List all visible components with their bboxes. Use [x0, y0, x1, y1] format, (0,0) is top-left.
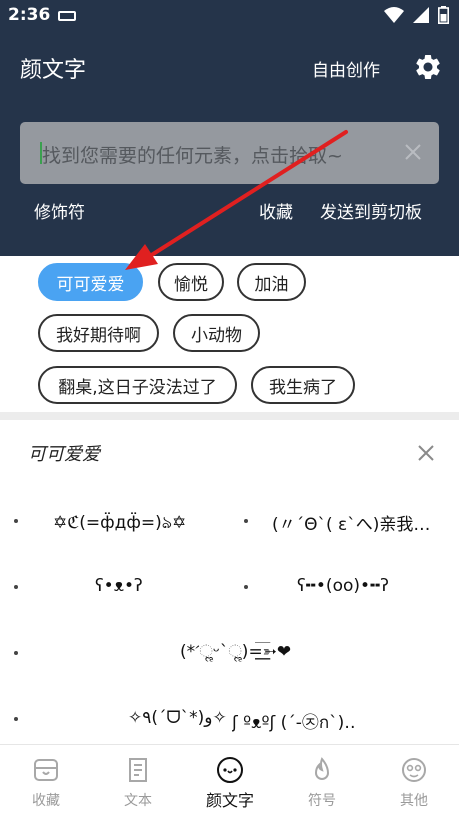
emoticon-item[interactable]: ✡ℭ(=ф̈дф̈=)ঌ✡ [53, 510, 223, 538]
decorate-button[interactable]: 修饰符 [34, 198, 85, 223]
tag-flip-table[interactable]: 翻桌,这日子没法过了 [38, 366, 237, 404]
keyboard-icon [58, 11, 76, 21]
document-icon [129, 758, 147, 782]
bullet-dot [14, 519, 18, 523]
emoticon-item[interactable]: ʕ•ᴥ•ʔ [95, 576, 215, 596]
emoticon-face-icon [217, 757, 243, 783]
bullet-dot [14, 651, 18, 655]
emoticon-item[interactable]: (*ˊૢᵕˋૢ)=͟͟͞͞➳❤ [180, 642, 320, 662]
section-divider [0, 412, 459, 420]
nav-emoticons[interactable]: 颜文字 [184, 745, 276, 816]
nav-favorites[interactable]: 收藏 [0, 745, 92, 816]
bullet-dot [244, 519, 248, 523]
close-icon[interactable] [416, 443, 436, 463]
emoticon-item[interactable]: ʕ╍•(oo)•╍ʔ [297, 576, 437, 596]
tag-expecting[interactable]: 我好期待啊 [38, 314, 159, 352]
tag-sick[interactable]: 我生病了 [251, 366, 355, 404]
tag-cheer[interactable]: 加油 [237, 263, 306, 301]
favorite-button[interactable]: 收藏 [259, 198, 293, 223]
nav-symbols[interactable]: 符号 [276, 745, 368, 816]
nav-label: 收藏 [32, 793, 60, 809]
tag-happy[interactable]: 愉悦 [158, 263, 224, 301]
nav-text[interactable]: 文本 [92, 745, 184, 816]
bottom-nav: 收藏 文本 颜文字 符号 其他 [0, 744, 459, 816]
page-title: 颜文字 [20, 58, 87, 83]
other-face-icon [402, 758, 426, 782]
app-header: 2:36 颜文字 自由创作 找到您需要的任何元素，点击拾取~ 修饰符 收藏 发送… [0, 0, 459, 256]
nav-label: 颜文字 [205, 791, 254, 810]
emoticon-item[interactable]: ʃ ºᴥºʃ (´-㉨ก`)… [232, 708, 357, 736]
battery-icon [438, 6, 449, 24]
signal-icon [413, 7, 429, 23]
nav-other[interactable]: 其他 [368, 745, 459, 816]
bullet-dot [244, 585, 248, 589]
search-input[interactable]: 找到您需要的任何元素，点击拾取~ [20, 122, 439, 184]
nav-label: 文本 [124, 793, 152, 809]
bullet-dot [14, 717, 18, 721]
search-placeholder: 找到您需要的任何元素，点击拾取~ [42, 145, 343, 167]
wifi-icon [384, 7, 404, 23]
gear-icon[interactable] [413, 52, 443, 82]
send-to-clipboard-button[interactable]: 发送到剪切板 [320, 198, 422, 223]
nav-label: 其他 [400, 793, 428, 809]
status-time: 2:36 [8, 5, 51, 25]
tag-cute[interactable]: 可可爱爱 [38, 263, 143, 301]
section-title: 可可爱爱 [28, 444, 100, 465]
flame-icon [314, 757, 330, 780]
free-create-button[interactable]: 自由创作 [312, 56, 380, 81]
clear-icon[interactable] [403, 142, 423, 162]
status-bar: 2:36 [0, 0, 459, 32]
nav-label: 符号 [308, 793, 336, 809]
emoticon-item[interactable]: (〃´Θ`( ε`へ)亲我… [272, 510, 450, 535]
tag-animals[interactable]: 小动物 [173, 314, 260, 352]
bullet-dot [14, 585, 18, 589]
emoticon-item[interactable]: ✧٩(ˊᗜˋ*)و✧ [128, 708, 228, 728]
favorites-box-icon [34, 759, 58, 781]
